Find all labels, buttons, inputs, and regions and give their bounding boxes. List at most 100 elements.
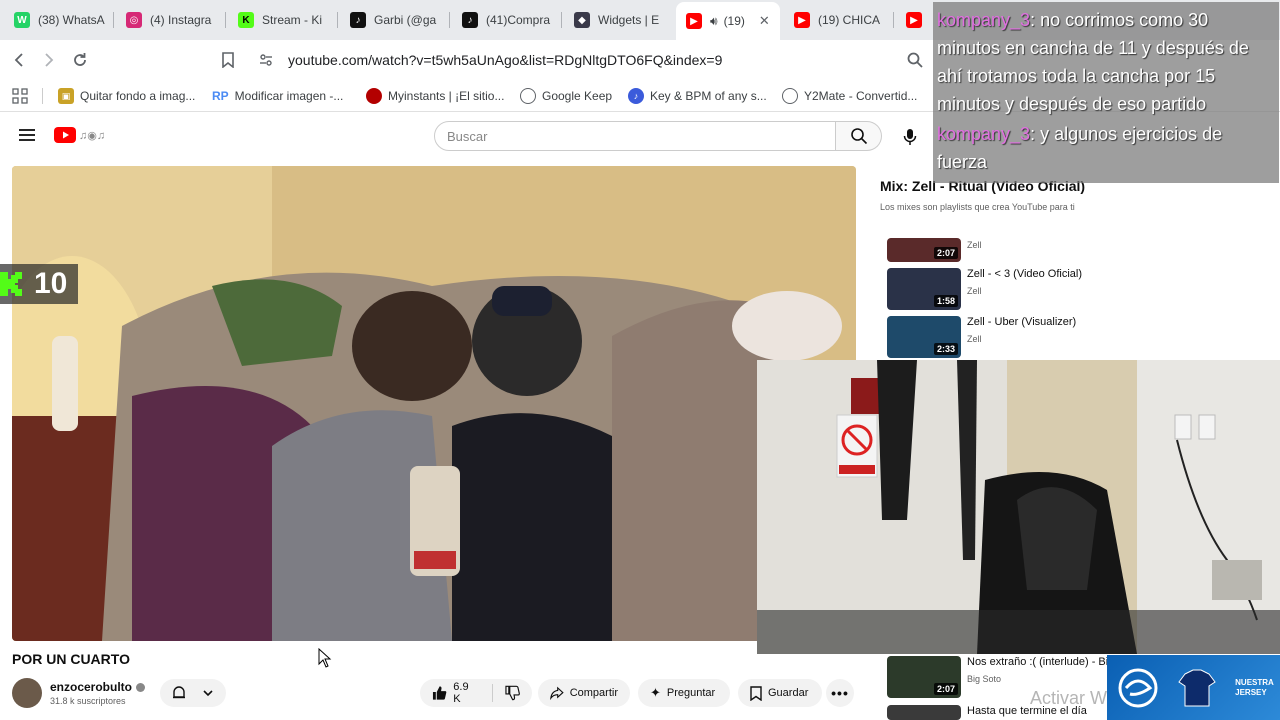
menu-button[interactable] [18,127,36,148]
voice-search-button[interactable] [896,123,924,151]
youtube-icon: ▶ [686,13,702,29]
kick-icon: K [238,12,254,28]
bookmark-myinstants[interactable]: Myinstants | ¡El sitio... [366,86,504,106]
channel-name[interactable]: enzocerobulto [50,680,132,694]
video-thumbnail[interactable]: 2:07 [887,656,961,698]
tab-youtube-3[interactable]: ▶ [896,4,936,36]
url-text[interactable]: youtube.com/watch?v=t5wh5aUnAgo&list=RDg… [288,52,722,68]
arrow-left-icon [14,53,23,67]
microphone-icon [903,129,917,145]
avatar[interactable] [12,678,42,708]
reload-button[interactable] [68,48,92,72]
like-count: 6.9 K [453,681,469,705]
kick-viewer-badge: 10 [0,264,78,304]
tab-kick-stream[interactable]: K Stream - Ki [228,4,338,36]
jersey-icon [1178,669,1217,706]
duration-badge: 1:58 [933,295,958,307]
search-input[interactable]: Buscar [434,121,836,151]
site-info-icon[interactable] [258,52,274,73]
tab-tiktok-compra[interactable]: ♪ (41)Compra [452,4,562,36]
notifications-button[interactable] [160,679,226,707]
address-bar[interactable]: youtube.com/watch?v=t5wh5aUnAgo&list=RDg… [250,45,940,75]
youtube-icon: ▶ [906,12,922,28]
instagram-icon: ◎ [126,12,142,28]
tab-label: Garbi (@ga [374,13,437,27]
share-button[interactable]: Compartir [538,679,630,707]
brand-text: NUESTRA JERSEY [1235,677,1274,697]
bookmark-y2mate[interactable]: Y2Mate - Convertid... [782,86,917,106]
ask-label: Preguntar [666,687,716,699]
channel-block[interactable]: enzocerobulto 31.8 k suscriptores [12,677,146,709]
youtube-icon: ▶ [794,12,810,28]
bookmark-page-button[interactable] [216,48,240,72]
bookmark-label: Y2Mate - Convertid... [804,89,918,103]
hamburger-icon [19,129,35,141]
playlist-item[interactable]: 2:33 Zell - Uber (Visualizer) Zell [887,316,1267,358]
playlist-subtitle: Los mixes son playlists que crea YouTube… [880,202,1075,212]
video-thumbnail[interactable] [887,705,961,720]
duration-badge: 2:07 [933,247,958,259]
tab-tiktok-garbi[interactable]: ♪ Garbi (@ga [340,4,450,36]
youtube-logo-icon [54,127,76,143]
share-icon [550,686,564,700]
whatsapp-icon: W [14,12,30,28]
playlist-item[interactable]: 2:07 Zell [887,238,1267,262]
video-thumbnail[interactable]: 2:07 [887,238,961,262]
rp-logo-icon: RP [212,89,229,103]
arrow-right-icon [45,53,54,67]
playlist-item-channel: Zell [967,286,982,296]
forward-button[interactable] [36,48,60,72]
chat-message: kompany_3: y algunos ejercicios de fuerz… [937,120,1275,176]
zoom-search-button[interactable] [903,48,927,72]
playlist-item[interactable]: 1:58 Zell - < 3 (Video Oficial) Zell [887,268,1267,310]
bookmark-label: Quitar fondo a imag... [80,89,196,103]
video-player[interactable] [12,166,856,641]
bookmark-quitar-fondo[interactable]: ▣ Quitar fondo a imag... [58,86,195,106]
close-tab-icon[interactable]: ✕ [759,13,770,29]
chevron-down-icon [203,690,213,697]
bookmark-label: Key & BPM of any s... [650,89,767,103]
bookmark-icon [750,685,762,701]
search-button[interactable] [836,121,882,151]
youtube-logo[interactable]: ♫◉♫ [54,127,105,143]
playlist-item-title: Zell - Uber (Visualizer) [967,316,1077,328]
ask-button[interactable]: ✦ Preguntar [638,679,730,707]
tiktok-icon: ♪ [350,12,366,28]
bell-icon [173,686,185,699]
tab-label: Widgets | E [598,13,660,27]
tab-label: (19) CHICA [818,13,881,27]
save-button[interactable]: Guardar [738,679,822,707]
tab-label: (4) Instagra [150,13,212,27]
tab-label: (38) WhatsA [38,13,105,27]
more-actions-button[interactable]: ••• [826,679,854,707]
video-thumbnail[interactable]: 2:33 [887,316,961,358]
tab-label: (41)Compra [486,13,551,27]
search-icon [850,128,867,145]
back-button[interactable] [8,48,32,72]
kick-logo-icon [0,272,22,296]
brand-overlay: NUESTRA JERSEY [1107,655,1280,720]
bookmark-key-bpm[interactable]: ♪ Key & BPM of any s... [628,86,767,106]
video-title: POR UN CUARTO [12,651,130,667]
grid-icon [12,88,28,104]
red-button-icon [366,88,382,104]
tab-whatsapp[interactable]: W (38) WhatsA [4,4,114,36]
bookmark-google-keep[interactable]: Google Keep [520,86,612,106]
video-thumbnail[interactable]: 1:58 [887,268,961,310]
image-icon: ▣ [58,88,74,104]
bookmark-icon [222,52,234,68]
more-horizontal-icon: ••• [831,685,849,701]
share-label: Compartir [569,687,618,699]
tab-youtube-active[interactable]: ▶ 🔊︎ (19) ✕ [676,2,780,40]
apps-button[interactable] [8,84,32,108]
bookmark-modificar-imagen[interactable]: RP Modificar imagen -... [212,86,343,106]
thumbs-up-icon [432,686,447,700]
tab-youtube-chica[interactable]: ▶ (19) CHICA [784,4,894,36]
like-button[interactable]: 6.9 K [420,679,532,707]
playlist-item-title: Zell - < 3 (Video Oficial) [967,268,1083,280]
kick-viewer-count: 10 [34,267,68,300]
video-frame [12,166,856,641]
tab-widgets[interactable]: ◆ Widgets | E [564,4,674,36]
playlist-item-title: Nos extraño :( (interlude) - Big [967,656,1115,668]
tab-instagram[interactable]: ◎ (4) Instagra [116,4,226,36]
